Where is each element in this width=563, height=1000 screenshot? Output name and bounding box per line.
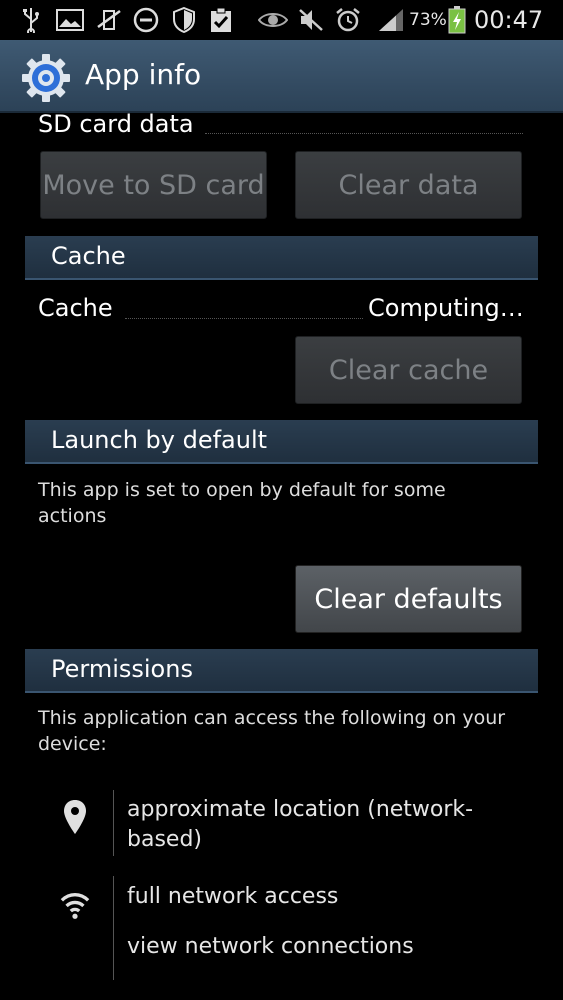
clear-data-button[interactable]: Clear data [295,151,522,219]
no-vibrate-icon [94,6,124,34]
usb-icon [18,6,44,34]
gallery-icon [55,6,85,34]
section-header-launch-by-default: Launch by default [25,420,538,464]
status-bar: 73% 00:47 [0,0,563,40]
section-title: Cache [51,242,126,270]
clear-cache-button[interactable]: Clear cache [295,336,522,404]
cache-size-value: Computing… [368,294,524,322]
divider [113,790,114,856]
cache-label: Cache [38,294,113,322]
move-to-sd-card-button[interactable]: Move to SD card [40,151,267,219]
section-header-cache: Cache [25,236,538,280]
section-title: Launch by default [51,426,268,454]
sd-card-data-label: SD card data [38,110,194,138]
divider [205,133,523,134]
section-title: Permissions [51,655,193,683]
clock: 00:47 [474,6,544,34]
battery-charging-icon [446,6,468,34]
permission-approximate-location[interactable]: approximate location (network-based) [127,795,507,855]
wifi-icon [60,885,90,925]
shield-icon [170,6,198,34]
mute-icon [296,6,326,34]
permission-full-network-access[interactable]: full network access [127,882,527,912]
battery-percent: 73% [409,10,447,30]
clear-defaults-button[interactable]: Clear defaults [295,565,522,633]
location-pin-icon [60,797,90,837]
eye-icon [257,6,289,34]
settings-gear-icon[interactable] [20,52,72,104]
divider [113,876,114,980]
section-header-permissions: Permissions [25,649,538,693]
permission-view-network-connections[interactable]: view network connections [127,932,527,962]
clipboard-check-icon [207,6,235,34]
permissions-description: This application can access the followin… [38,707,506,755]
launch-default-description: This app is set to open by default for s… [38,479,446,527]
alarm-icon [334,6,362,34]
action-bar: App info [0,40,563,113]
signal-icon [377,6,405,34]
do-not-disturb-icon [132,6,160,34]
page-title: App info [85,58,202,91]
divider [125,318,363,319]
